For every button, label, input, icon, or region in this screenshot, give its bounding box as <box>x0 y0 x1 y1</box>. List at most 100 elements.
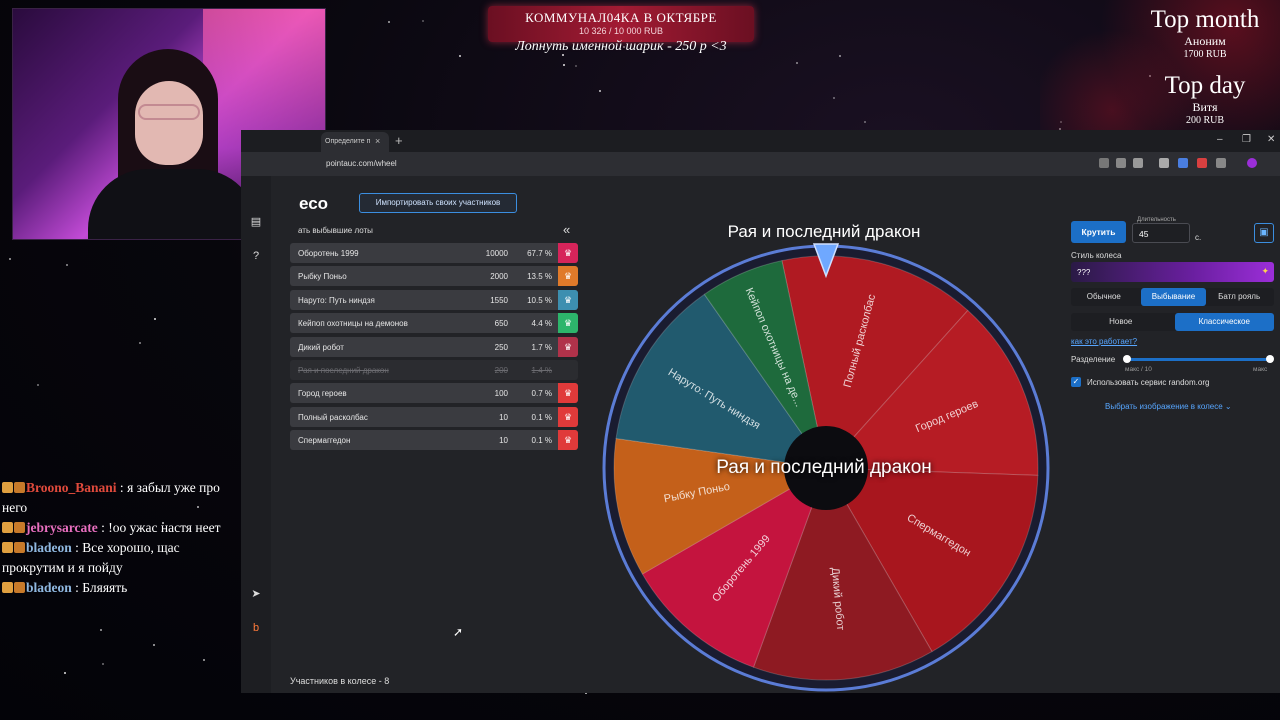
split-slider[interactable] <box>1123 355 1274 363</box>
lot-row[interactable]: Дикий робот 250 1.7 % ♛ <box>290 336 578 357</box>
profile-avatar[interactable] <box>1247 158 1257 168</box>
lots-list: Оборотень 1999 10000 67.7 % ♛ Рыбку Поньо 200… <box>290 243 578 454</box>
sparkle-icon: ✦ <box>1261 266 1269 276</box>
star <box>598 89 601 92</box>
lot-name: Наруто: Путь ниндзя <box>298 295 375 305</box>
chat-message: Broono_Banani : я забыл уже про него <box>2 478 234 518</box>
crown-icon[interactable]: ♛ <box>558 406 578 427</box>
crown-icon[interactable]: ♛ <box>558 383 578 404</box>
choose-wheel-image-dropdown[interactable]: Выбрать изображение в колесе ⌄ <box>1105 402 1232 411</box>
chat-badge-icon <box>2 542 13 553</box>
mode-tabs: Обычное Выбывание Батл рояль <box>1071 288 1274 306</box>
star <box>421 19 424 22</box>
lot-row[interactable]: Рая и последний дракон 200 1.4 % <box>290 359 578 380</box>
page-title: есо <box>299 194 329 213</box>
lot-row[interactable]: Спермаггедон 10 0.1 % ♛ <box>290 430 578 451</box>
collapse-panel-button[interactable]: « <box>563 222 570 237</box>
extension-icon[interactable] <box>1159 158 1169 168</box>
browser-window: Определите п × + – ❐ ✕ pointauc.com/whee… <box>241 130 1280 693</box>
lot-row[interactable]: Рыбку Поньо 2000 13.5 % ♛ <box>290 266 578 287</box>
puzzle-icon[interactable] <box>1216 158 1226 168</box>
zoom-icon[interactable] <box>1116 158 1126 168</box>
chevron-down-icon: ⌄ <box>1224 402 1232 411</box>
split-slider-min-thumb[interactable] <box>1123 355 1131 363</box>
chat-badge-icon <box>2 482 13 493</box>
star <box>574 64 577 67</box>
star <box>796 61 799 64</box>
lot-name: Рыбку Поньо <box>298 272 347 282</box>
maximize-button[interactable]: ❐ <box>1242 134 1251 145</box>
new-tab-button[interactable]: + <box>395 133 403 148</box>
lot-percent: 0.1 % <box>531 412 552 422</box>
chat-text: Бляяять <box>82 580 128 595</box>
duration-unit: с. <box>1195 233 1202 242</box>
extension-icon[interactable] <box>1197 158 1207 168</box>
variant-tab[interactable]: Классическое <box>1174 313 1274 331</box>
lot-row[interactable]: Кейпоп охотницы на демонов 650 4.4 % ♛ <box>290 313 578 334</box>
star <box>101 663 104 666</box>
choose-image-label: Выбрать изображение в колесе <box>1105 402 1223 411</box>
duration-input[interactable]: 45 <box>1132 223 1190 243</box>
star <box>838 54 841 57</box>
star <box>63 672 66 675</box>
lot-row[interactable]: Город героев 100 0.7 % ♛ <box>290 383 578 404</box>
variant-tab[interactable]: Новое <box>1071 313 1171 331</box>
lot-row[interactable]: Наруто: Путь ниндзя 1550 10.5 % ♛ <box>290 289 578 310</box>
crown-icon[interactable]: ♛ <box>558 313 578 334</box>
chat-overlay: Broono_Banani : я забыл уже про него jebr… <box>2 478 234 598</box>
crown-icon[interactable]: ♛ <box>558 289 578 310</box>
goal-title: КОММУНАЛ04КА В ОКТЯБРЕ <box>525 10 717 25</box>
mode-tab[interactable]: Обычное <box>1071 288 1137 306</box>
crown-icon[interactable]: ♛ <box>558 243 578 263</box>
lot-percent: 1.4 % <box>531 365 552 375</box>
chat-badge-icon <box>2 522 13 533</box>
boosty-icon[interactable]: b <box>250 622 262 634</box>
lot-amount: 10 <box>499 436 508 446</box>
minimize-button[interactable]: – <box>1217 134 1223 145</box>
lot-amount: 1550 <box>490 295 508 305</box>
import-participants-button[interactable]: Импортировать своих участников <box>359 193 517 213</box>
lot-name: Кейпоп охотницы на демонов <box>298 319 408 329</box>
star <box>833 97 835 100</box>
tab-close-icon[interactable]: × <box>375 136 380 146</box>
clipboard-icon[interactable]: ▤ <box>250 216 262 228</box>
split-max-label: макс <box>1253 366 1268 373</box>
app-sidebar: ▤ ? ➤ b <box>241 176 271 693</box>
star <box>153 643 156 646</box>
bookmark-star-icon[interactable] <box>1133 158 1143 168</box>
donation-goal: КОММУНАЛ04КА В ОКТЯБРЕ 10 326 / 10 000 R… <box>488 6 754 42</box>
image-settings-icon[interactable]: ▣ <box>1254 223 1274 243</box>
crown-icon[interactable]: ♛ <box>558 266 578 287</box>
mode-tab[interactable]: Выбывание <box>1140 288 1207 306</box>
telegram-icon[interactable]: ➤ <box>250 588 262 600</box>
extension-icon[interactable] <box>1178 158 1188 168</box>
star <box>66 264 68 267</box>
participants-count: Участников в колесе - 8 <box>290 676 390 686</box>
how-it-works-link[interactable]: как это работает? <box>1071 337 1137 346</box>
mode-tab[interactable]: Батл рояль <box>1206 288 1272 306</box>
lot-amount: 200 <box>494 365 508 375</box>
show-eliminated-toggle[interactable]: ать выбывшие лоты <box>298 226 373 235</box>
top-month-amount: 1700 RUB <box>1183 49 1227 60</box>
chat-badge-icon <box>14 522 25 533</box>
spin-button[interactable]: Крутить <box>1071 221 1126 243</box>
lot-name: Спермаггедон <box>298 436 351 446</box>
chat-text: !оо ужас настя неет <box>108 520 221 535</box>
wheel-style-select[interactable]: ??? ✦ <box>1071 262 1274 282</box>
lot-row[interactable]: Оборотень 1999 10000 67.7 % ♛ <box>290 243 578 263</box>
chat-username: bladeon <box>26 540 72 555</box>
window-close-button[interactable]: ✕ <box>1267 134 1275 145</box>
chat-message: jebrysarcate : !оо ужас настя неет <box>2 518 234 538</box>
crown-icon[interactable]: ♛ <box>558 430 578 451</box>
lot-name: Город героев <box>298 389 347 399</box>
lot-percent: 67.7 % <box>527 249 552 258</box>
random-org-checkbox[interactable]: ✓ <box>1071 377 1081 387</box>
split-slider-thumb[interactable] <box>1266 355 1274 363</box>
chat-separator: : <box>97 520 109 535</box>
crown-icon[interactable]: ♛ <box>558 336 578 357</box>
translate-icon[interactable] <box>1099 158 1109 168</box>
top-day-box: Top day Витя 200 RUB <box>1130 72 1280 126</box>
help-icon[interactable]: ? <box>250 250 262 262</box>
lot-row[interactable]: Полный расколбас 10 0.1 % ♛ <box>290 406 578 427</box>
url-field[interactable]: pointauc.com/wheel <box>326 159 397 168</box>
